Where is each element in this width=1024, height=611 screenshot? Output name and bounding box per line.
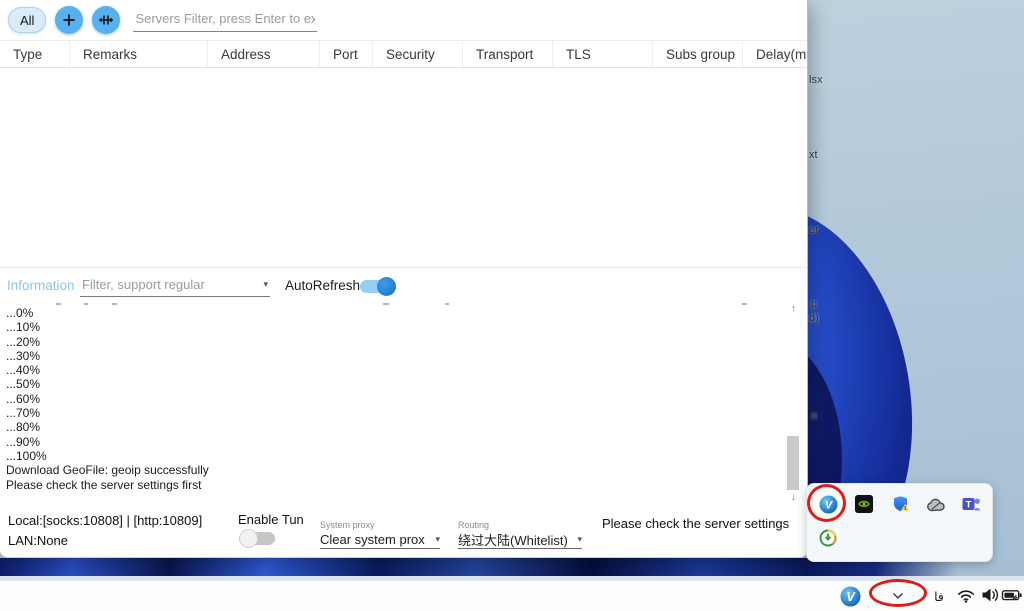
desktop-icon-label: d) [809,312,819,324]
nvidia-tray-icon[interactable] [854,494,874,514]
clipped-row-artifact [56,303,61,305]
scroll-up-icon[interactable]: ↑ [786,302,801,316]
log-line: ...50% [6,377,209,391]
wallpaper-band [0,558,808,576]
column-settings-button[interactable] [92,6,120,34]
cloud-tray-icon[interactable] [926,495,946,515]
column-header-type[interactable]: Type [0,41,70,67]
information-bar: Information ▾ AutoRefresh [0,271,807,302]
desktop-icon-label: er [809,224,819,236]
servers-filter-input[interactable] [133,9,317,32]
log-line: ...40% [6,363,209,377]
chevron-down-icon: ▾ [577,535,582,544]
server-list-empty-area[interactable] [0,68,807,268]
annotation-circle-tray-icon [807,484,846,522]
routing-value: 绕过大陆(Whitelist) [458,530,568,549]
plus-icon [61,12,77,28]
chevron-down-icon[interactable]: ▾ [263,280,268,289]
idm-tray-icon[interactable] [818,528,838,548]
log-line: ...70% [6,406,209,420]
server-table-header: Type Remarks Address Port Security Trans… [0,40,807,68]
routing-dropdown[interactable]: 绕过大陆(Whitelist) ▾ [458,531,582,549]
battery-icon[interactable] [1001,585,1023,605]
column-header-remarks[interactable]: Remarks [70,41,208,67]
log-output-area[interactable]: ...0% ...10% ...20% ...30% ...40% ...50%… [0,302,807,504]
autorefresh-toggle[interactable] [360,280,394,293]
teams-tray-icon[interactable]: T [962,494,982,514]
column-header-transport[interactable]: Transport [463,41,553,67]
column-header-security[interactable]: Security [373,41,463,67]
log-line: Download GeoFile: geoip successfully [6,463,209,477]
routing-label: Routing [458,520,489,530]
desktop-icon-label: xt [809,149,818,161]
desktop-icon-label: n [811,410,817,422]
system-proxy-dropdown[interactable]: Clear system prox ▾ [320,531,440,549]
column-header-address[interactable]: Address [208,41,320,67]
log-line: ...80% [6,420,209,434]
clipped-row-artifact [112,303,117,305]
column-header-port[interactable]: Port [320,41,373,67]
log-line: ...10% [6,320,209,334]
wifi-icon[interactable] [956,584,976,606]
add-server-button[interactable] [55,6,83,34]
desktop-icon-label: lsx [809,74,822,86]
v2rayn-window: All Type Remarks Address Port Security T… [0,0,808,558]
toggle-knob [377,277,396,296]
clipped-row-artifact [742,303,747,305]
system-proxy-value: Clear system prox [320,532,425,547]
log-line: Please check the server settings first [6,478,209,492]
log-line: ...0% [6,306,209,320]
log-line: ...20% [6,335,209,349]
clipped-row-artifact [445,303,449,305]
enable-tun-label: Enable Tun [238,512,304,527]
v2rayn-taskbar-icon[interactable]: V [839,585,861,607]
windows-security-tray-icon[interactable] [891,494,911,514]
volume-icon[interactable] [980,585,1000,605]
log-line: ...30% [6,349,209,363]
teams-letter: T [966,500,972,511]
annotation-circle-chevron [869,579,927,607]
language-indicator[interactable]: فا [929,587,949,605]
scrollbar-thumb[interactable] [787,436,799,490]
log-scrollbar[interactable]: ↑ ↓ [786,302,801,504]
status-bar: Local:[socks:10808] | [http:10809] LAN:N… [0,504,807,557]
autorefresh-label: AutoRefresh [285,278,360,293]
status-message: Please check the server settings fir [602,516,792,531]
tab-information[interactable]: Information [7,278,75,293]
toggle-knob [239,529,258,548]
log-line: ...60% [6,392,209,406]
tune-columns-icon [98,12,114,28]
log-filter-dropdown[interactable]: ▾ [80,273,270,297]
enable-tun-toggle[interactable] [241,532,275,545]
server-toolbar: All [0,0,807,40]
scroll-down-icon[interactable]: ↓ [786,490,801,504]
clipped-row-artifact [84,303,88,305]
subscription-group-all-button[interactable]: All [8,7,46,33]
clipped-row-artifact [383,303,389,305]
log-line: ...100% [6,449,209,463]
local-ports-label: Local:[socks:10808] | [http:10809] [8,513,202,528]
lan-label: LAN:None [8,533,68,548]
desktop-icon-label: p [811,298,817,310]
log-lines: ...0% ...10% ...20% ...30% ...40% ...50%… [6,306,209,492]
log-filter-input[interactable] [80,273,248,292]
log-line: ...90% [6,435,209,449]
column-header-tls[interactable]: TLS [553,41,653,67]
system-proxy-label: System proxy [320,520,375,530]
column-header-subsgroup[interactable]: Subs group [653,41,743,67]
column-header-delay[interactable]: Delay(ms) [743,41,807,67]
chevron-down-icon: ▾ [435,535,440,544]
